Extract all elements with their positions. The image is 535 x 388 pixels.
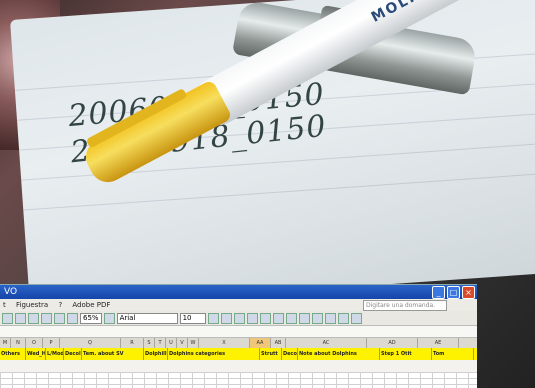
header-cell[interactable]: Wed_HFS: [26, 348, 46, 360]
header-cell[interactable]: Step 1 Otit: [380, 348, 432, 360]
column-header[interactable]: M: [0, 338, 11, 348]
spreadsheet-window: VO _ □ × t Figuestra ? Adobe PDF Digitar…: [0, 284, 477, 388]
help-icon[interactable]: [103, 312, 115, 324]
column-header[interactable]: S: [144, 338, 155, 348]
menu-item[interactable]: Adobe PDF: [72, 301, 110, 309]
chart-icon[interactable]: [67, 312, 78, 324]
formula-bar[interactable]: [0, 325, 477, 338]
column-header[interactable]: V: [177, 338, 188, 348]
header-cell[interactable]: Strutt: [260, 348, 282, 360]
font-select[interactable]: Arial: [116, 312, 178, 324]
column-header[interactable]: O: [26, 338, 43, 348]
column-header[interactable]: AA: [250, 338, 271, 348]
toolbar: 65% Arial 10: [0, 311, 477, 325]
column-header[interactable]: AB: [271, 338, 286, 348]
sort-icon[interactable]: [54, 312, 65, 324]
photo: 20060918_0150 20060918_0150 MOLINEORO VO…: [0, 0, 535, 388]
column-header[interactable]: N: [11, 338, 26, 348]
close-icon[interactable]: ×: [462, 286, 475, 299]
header-cell[interactable]: Decoll: [64, 348, 82, 360]
percent-icon[interactable]: [311, 312, 323, 324]
zoom-select[interactable]: 65%: [80, 312, 102, 324]
header-cell[interactable]: Tem. about SV: [82, 348, 144, 360]
column-header[interactable]: R: [121, 338, 144, 348]
column-header[interactable]: AD: [367, 338, 418, 348]
cell-grid[interactable]: [0, 372, 477, 388]
header-cell[interactable]: Dolphins categories: [168, 348, 260, 360]
help-search-input[interactable]: Digitare una domanda.: [363, 300, 447, 311]
menu-item[interactable]: Figuestra: [16, 301, 48, 309]
align-left-icon[interactable]: [246, 312, 258, 324]
italic-icon[interactable]: [220, 312, 232, 324]
maximize-icon[interactable]: □: [447, 286, 460, 299]
underline-icon[interactable]: [233, 312, 245, 324]
font-color-icon[interactable]: [350, 312, 362, 324]
menu-item[interactable]: t: [3, 301, 6, 309]
font-size-select[interactable]: 10: [179, 312, 206, 324]
print-icon[interactable]: [41, 312, 52, 324]
header-cell[interactable]: Dolphill: [144, 348, 168, 360]
column-header[interactable]: T: [155, 338, 166, 348]
window-titlebar: VO _ □ ×: [0, 285, 477, 299]
column-headers: M N O P Q R S T U V W X AA AB AC AD AE: [0, 338, 477, 348]
new-icon[interactable]: [2, 312, 13, 324]
currency-icon[interactable]: [298, 312, 310, 324]
header-cell[interactable]: Others: [0, 348, 26, 360]
header-cell[interactable]: L/Mod: [46, 348, 64, 360]
header-cell[interactable]: Tom: [432, 348, 474, 360]
fill-color-icon[interactable]: [337, 312, 349, 324]
align-center-icon[interactable]: [259, 312, 271, 324]
window-title: VO: [4, 287, 18, 297]
column-header[interactable]: P: [43, 338, 60, 348]
column-header[interactable]: Q: [60, 338, 121, 348]
column-header[interactable]: AC: [286, 338, 367, 348]
bold-icon[interactable]: [207, 312, 219, 324]
column-header[interactable]: W: [188, 338, 199, 348]
column-header[interactable]: AE: [418, 338, 459, 348]
open-icon[interactable]: [15, 312, 26, 324]
header-cell[interactable]: Note about Dolphins: [298, 348, 380, 360]
merge-icon[interactable]: [285, 312, 297, 324]
column-header[interactable]: X: [199, 338, 250, 348]
save-icon[interactable]: [28, 312, 39, 324]
header-row: Others Wed_HFS L/Mod Decoll Tem. about S…: [0, 348, 477, 360]
borders-icon[interactable]: [324, 312, 336, 324]
align-right-icon[interactable]: [272, 312, 284, 324]
menubar: t Figuestra ? Adobe PDF Digitare una dom…: [0, 299, 477, 311]
column-header[interactable]: U: [166, 338, 177, 348]
minimize-icon[interactable]: _: [432, 286, 445, 299]
menu-item[interactable]: ?: [58, 301, 62, 309]
header-cell[interactable]: Decoll: [282, 348, 298, 360]
